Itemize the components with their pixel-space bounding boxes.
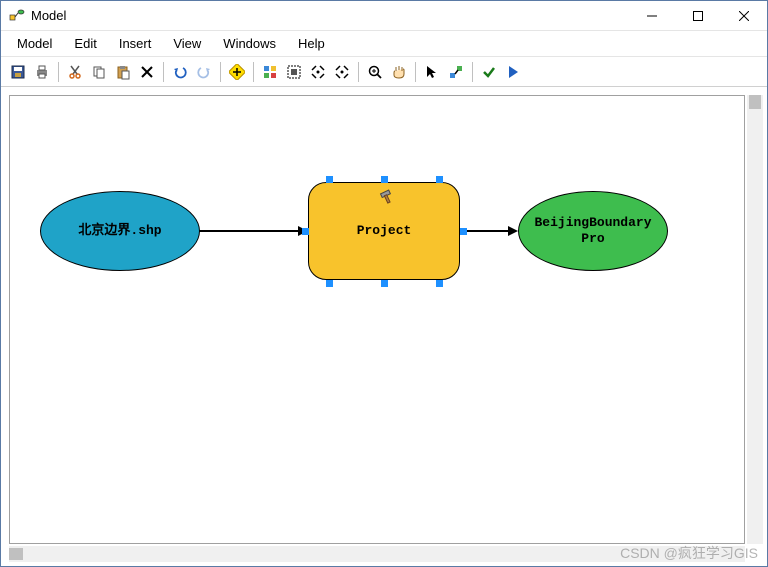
window-controls <box>629 1 767 30</box>
pan-button[interactable] <box>388 61 410 83</box>
selection-handle[interactable] <box>436 176 443 183</box>
titlebar[interactable]: Model <box>1 1 767 31</box>
select-button[interactable] <box>421 61 443 83</box>
connect-button[interactable] <box>445 61 467 83</box>
model-canvas[interactable]: 北京边界.shp Project BeijingBoundaryPro <box>9 95 745 544</box>
run-button[interactable] <box>502 61 524 83</box>
toolbar-separator <box>472 62 473 82</box>
undo-button[interactable] <box>169 61 191 83</box>
add-data-button[interactable] <box>226 61 248 83</box>
toolbar-separator <box>253 62 254 82</box>
selection-handle[interactable] <box>381 176 388 183</box>
connector-arrow[interactable] <box>195 230 301 232</box>
auto-layout-button[interactable] <box>259 61 281 83</box>
scrollbar-thumb[interactable] <box>9 548 23 560</box>
selection-handle[interactable] <box>302 228 309 235</box>
minimize-button[interactable] <box>629 1 675 30</box>
toolbar-separator <box>415 62 416 82</box>
delete-button[interactable] <box>136 61 158 83</box>
horizontal-scrollbar[interactable] <box>9 546 745 562</box>
input-data-node[interactable]: 北京边界.shp <box>40 191 200 271</box>
selection-handle[interactable] <box>436 280 443 287</box>
toolbar-separator <box>220 62 221 82</box>
print-button[interactable] <box>31 61 53 83</box>
toolbar-separator <box>358 62 359 82</box>
menu-edit[interactable]: Edit <box>64 33 106 54</box>
node-label: 北京边界.shp <box>78 223 161 239</box>
save-button[interactable] <box>7 61 29 83</box>
selection-handle[interactable] <box>460 228 467 235</box>
menubar: Model Edit Insert View Windows Help <box>1 31 767 57</box>
maximize-button[interactable] <box>675 1 721 30</box>
selection-handle[interactable] <box>326 280 333 287</box>
scrollbar-thumb[interactable] <box>749 95 761 109</box>
menu-windows[interactable]: Windows <box>213 33 286 54</box>
canvas-area: 北京边界.shp Project BeijingBoundaryPro <box>1 87 767 566</box>
menu-insert[interactable]: Insert <box>109 33 162 54</box>
app-icon <box>9 8 25 24</box>
validate-button[interactable] <box>478 61 500 83</box>
close-button[interactable] <box>721 1 767 30</box>
selection-handle[interactable] <box>326 176 333 183</box>
node-label: BeijingBoundaryPro <box>531 215 655 246</box>
menu-view[interactable]: View <box>163 33 211 54</box>
app-window: Model Model Edit Insert View Windows Hel… <box>0 0 768 567</box>
redo-button[interactable] <box>193 61 215 83</box>
zoom-in-fixed-button[interactable] <box>307 61 329 83</box>
hammer-cursor-icon <box>379 189 395 205</box>
node-label: Project <box>357 223 412 239</box>
menu-model[interactable]: Model <box>7 33 62 54</box>
window-title: Model <box>31 8 629 23</box>
toolbar-separator <box>163 62 164 82</box>
copy-button[interactable] <box>88 61 110 83</box>
process-tool-node[interactable]: Project <box>308 182 460 280</box>
full-extent-button[interactable] <box>283 61 305 83</box>
toolbar <box>1 57 767 87</box>
output-data-node[interactable]: BeijingBoundaryPro <box>518 191 668 271</box>
paste-button[interactable] <box>112 61 134 83</box>
zoom-out-fixed-button[interactable] <box>331 61 353 83</box>
toolbar-separator <box>58 62 59 82</box>
vertical-scrollbar[interactable] <box>747 95 763 544</box>
selection-handle[interactable] <box>381 280 388 287</box>
zoom-in-button[interactable] <box>364 61 386 83</box>
cut-button[interactable] <box>64 61 86 83</box>
arrow-head-icon <box>508 226 518 236</box>
menu-help[interactable]: Help <box>288 33 335 54</box>
